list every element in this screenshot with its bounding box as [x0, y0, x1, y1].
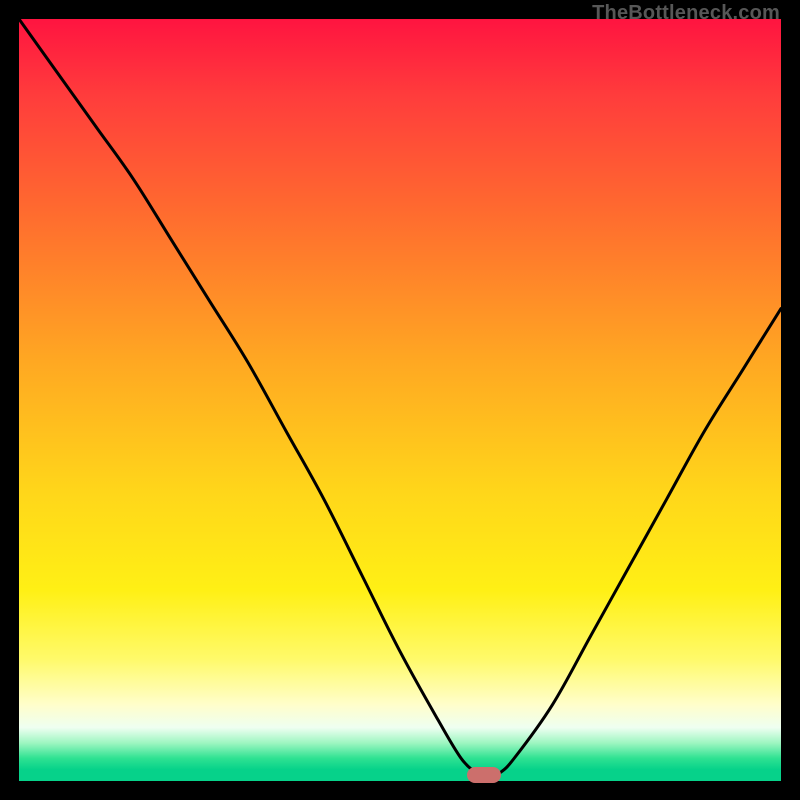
bottleneck-curve — [19, 19, 781, 781]
optimal-point-marker — [467, 767, 501, 783]
chart-plot-area — [19, 19, 781, 781]
attribution-text: TheBottleneck.com — [592, 2, 780, 25]
chart-frame: TheBottleneck.com — [0, 0, 800, 800]
